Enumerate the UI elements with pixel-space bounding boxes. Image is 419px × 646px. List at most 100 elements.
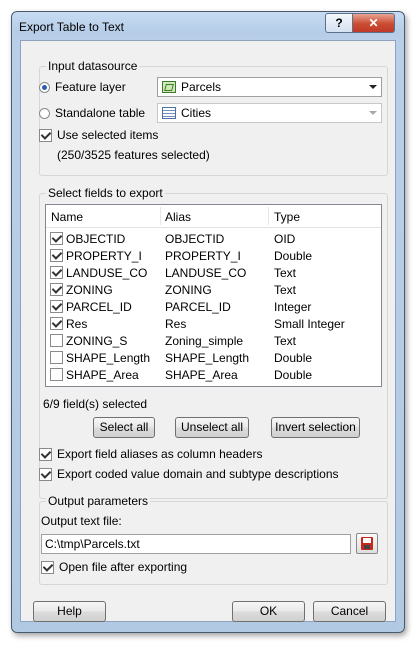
field-row[interactable]: SHAPE_Area SHAPE_Area Double bbox=[46, 366, 381, 383]
ok-button[interactable]: OK bbox=[232, 601, 305, 622]
field-row[interactable]: Res Res Small Integer bbox=[46, 315, 381, 332]
output-file-input[interactable]: C:\tmp\Parcels.txt bbox=[41, 534, 351, 554]
field-alias: ZONING bbox=[165, 283, 212, 297]
standalone-table-value: Cities bbox=[181, 106, 212, 120]
floppy-disk-icon bbox=[361, 537, 373, 550]
open-after-export-check[interactable] bbox=[41, 560, 54, 574]
field-row[interactable]: ZONING_S Zoning_simple Text bbox=[46, 332, 381, 349]
field-checkbox[interactable] bbox=[50, 334, 63, 347]
field-type: Double bbox=[274, 249, 313, 263]
standalone-table-radio[interactable]: Standalone table bbox=[39, 106, 145, 120]
column-header-name[interactable]: Name bbox=[51, 210, 83, 224]
feature-layer-radio[interactable]: Feature layer bbox=[39, 80, 126, 94]
fields-list-header: Name Alias Type bbox=[46, 205, 381, 228]
browse-save-button[interactable] bbox=[356, 533, 378, 554]
field-checkbox[interactable] bbox=[50, 283, 63, 296]
field-name: Res bbox=[66, 317, 88, 331]
open-after-export-label: Open file after exporting bbox=[59, 560, 188, 574]
title-bar[interactable]: Export Table to Text ? ✕ bbox=[12, 12, 404, 40]
select-fields-label: Select fields to export bbox=[46, 186, 165, 200]
field-type: Text bbox=[274, 334, 297, 348]
select-all-button[interactable]: Select all bbox=[93, 417, 155, 438]
column-separator bbox=[160, 207, 161, 225]
fields-list[interactable]: Name Alias Type OBJECTID OBJECTID OID PR… bbox=[45, 204, 382, 387]
field-name: SHAPE_Area bbox=[66, 368, 139, 382]
field-type: Double bbox=[274, 351, 313, 365]
field-type: Text bbox=[274, 283, 297, 297]
field-row[interactable]: OBJECTID OBJECTID OID bbox=[46, 230, 381, 247]
selected-fields-count: 6/9 field(s) selected bbox=[43, 397, 148, 411]
close-icon: ✕ bbox=[368, 16, 379, 30]
feature-layer-combo[interactable]: Parcels bbox=[157, 77, 382, 97]
use-selected-checkbox[interactable]: Use selected items bbox=[39, 128, 158, 142]
feature-layer-radio-button[interactable] bbox=[39, 81, 50, 93]
field-alias: Zoning_simple bbox=[165, 334, 244, 348]
field-checkbox[interactable] bbox=[50, 300, 63, 313]
output-file-label: Output text file: bbox=[41, 514, 122, 528]
field-checkbox[interactable] bbox=[50, 368, 63, 381]
select-fields-group: Select fields to export Name Alias Type … bbox=[39, 186, 388, 499]
column-header-alias[interactable]: Alias bbox=[165, 210, 191, 224]
titlebar-help-button[interactable]: ? bbox=[325, 13, 353, 33]
export-aliases-check[interactable] bbox=[39, 447, 52, 461]
field-name: LANDUSE_CO bbox=[66, 266, 148, 280]
field-name: PARCEL_ID bbox=[66, 300, 132, 314]
use-selected-label: Use selected items bbox=[57, 128, 159, 142]
field-alias: PROPERTY_I bbox=[165, 249, 241, 263]
unselect-all-button[interactable]: Unselect all bbox=[175, 417, 249, 438]
field-row[interactable]: ZONING ZONING Text bbox=[46, 281, 381, 298]
field-alias: SHAPE_Length bbox=[165, 351, 250, 365]
feature-layer-label: Feature layer bbox=[55, 80, 126, 94]
cancel-button[interactable]: Cancel bbox=[313, 601, 386, 622]
output-parameters-group: Output parameters Output text file: C:\t… bbox=[39, 494, 388, 585]
field-type: Text bbox=[274, 266, 297, 280]
export-coded-checkbox[interactable]: Export coded value domain and subtype de… bbox=[39, 467, 339, 481]
field-row[interactable]: SHAPE_Length SHAPE_Length Double bbox=[46, 349, 381, 366]
field-name: ZONING bbox=[66, 283, 113, 297]
open-after-export-checkbox[interactable]: Open file after exporting bbox=[41, 560, 187, 574]
field-checkbox[interactable] bbox=[50, 266, 63, 279]
field-type: Double bbox=[274, 368, 313, 382]
export-coded-check[interactable] bbox=[39, 467, 52, 481]
field-name: ZONING_S bbox=[66, 334, 128, 348]
standalone-table-label: Standalone table bbox=[55, 106, 146, 120]
polygon-layer-icon bbox=[162, 81, 176, 93]
help-button[interactable]: Help bbox=[33, 601, 106, 622]
field-checkbox[interactable] bbox=[50, 232, 63, 245]
chevron-down-icon[interactable] bbox=[369, 85, 377, 89]
use-selected-check[interactable] bbox=[39, 128, 52, 142]
export-aliases-label: Export field aliases as column headers bbox=[57, 447, 263, 461]
field-row[interactable]: PARCEL_ID PARCEL_ID Integer bbox=[46, 298, 381, 315]
invert-selection-button[interactable]: Invert selection bbox=[271, 417, 360, 438]
export-coded-label: Export coded value domain and subtype de… bbox=[57, 467, 339, 481]
output-parameters-label: Output parameters bbox=[46, 494, 151, 508]
export-aliases-checkbox[interactable]: Export field aliases as column headers bbox=[39, 447, 262, 461]
field-row[interactable]: LANDUSE_CO LANDUSE_CO Text bbox=[46, 264, 381, 281]
field-checkbox[interactable] bbox=[50, 249, 63, 262]
field-name: OBJECTID bbox=[66, 232, 126, 246]
input-datasource-label: Input datasource bbox=[46, 59, 140, 73]
export-table-dialog: Export Table to Text ? ✕ Input datasourc… bbox=[11, 11, 405, 633]
chevron-down-icon[interactable] bbox=[369, 111, 377, 115]
standalone-table-radio-button[interactable] bbox=[39, 107, 50, 119]
field-type: Small Integer bbox=[274, 317, 345, 331]
field-alias: PARCEL_ID bbox=[165, 300, 231, 314]
close-button[interactable]: ✕ bbox=[352, 13, 395, 33]
field-alias: LANDUSE_CO bbox=[165, 266, 247, 280]
window-title: Export Table to Text bbox=[19, 20, 124, 34]
field-alias: SHAPE_Area bbox=[165, 368, 238, 382]
field-type: OID bbox=[274, 232, 296, 246]
selection-info-text: (250/3525 features selected) bbox=[57, 148, 210, 162]
field-row[interactable]: PROPERTY_I PROPERTY_I Double bbox=[46, 247, 381, 264]
field-checkbox[interactable] bbox=[50, 351, 63, 364]
selection-info: (250/3525 features selected) bbox=[57, 148, 210, 162]
column-header-type[interactable]: Type bbox=[274, 210, 300, 224]
field-alias: Res bbox=[165, 317, 187, 331]
table-icon bbox=[162, 107, 176, 119]
field-alias: OBJECTID bbox=[165, 232, 225, 246]
standalone-table-combo[interactable]: Cities bbox=[157, 103, 382, 123]
input-datasource-group: Input datasource Feature layer Parcels S… bbox=[39, 59, 388, 176]
column-separator bbox=[268, 207, 269, 225]
feature-layer-value: Parcels bbox=[181, 80, 222, 94]
field-checkbox[interactable] bbox=[50, 317, 63, 330]
